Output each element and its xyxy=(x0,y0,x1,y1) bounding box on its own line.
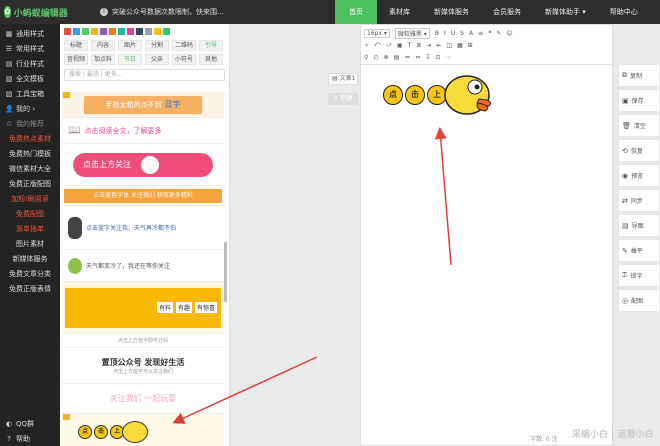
tool-icon: 🗑 xyxy=(622,121,631,130)
tool-icon: ▤ xyxy=(622,221,629,230)
tool-6[interactable]: ▤ 导图 xyxy=(618,214,660,237)
tool-icon: ⧉ xyxy=(622,71,627,79)
tool-icon: ⟲ xyxy=(622,146,628,155)
editor-footer: 字数: 0 注 xyxy=(530,436,558,443)
tool-icon: ✎ xyxy=(622,246,628,255)
arrow-to-editor xyxy=(434,127,452,266)
tool-5[interactable]: ⇄ 同步 xyxy=(618,189,660,212)
right-toolbox: ⧉ 复制 ▣ 保存 🗑 清空 ⟲ 恢复 ◉ 预览 ⇄ 同步 ▤ 导图 ✎ 橡平 ⚿ 锁字 ◎ 配图 xyxy=(618,64,660,314)
arrow-to-tile xyxy=(172,356,318,424)
tool-3[interactable]: ⟲ 恢复 xyxy=(618,139,660,162)
tool-icon: ◉ xyxy=(622,171,629,180)
tool-4[interactable]: ◉ 预览 xyxy=(618,164,660,187)
tool-icon: ▣ xyxy=(622,96,629,105)
tool-9[interactable]: ◎ 配图 xyxy=(618,289,660,312)
tool-icon: ◎ xyxy=(622,296,629,305)
watermark: 采编小白 | 运营小白 xyxy=(572,430,654,440)
tool-icon: ⚿ xyxy=(622,271,628,279)
tool-8[interactable]: ⚿ 锁字 xyxy=(618,264,660,287)
tool-icon: ⇄ xyxy=(622,196,628,205)
tool-1[interactable]: ▣ 保存 xyxy=(618,89,660,112)
tool-0[interactable]: ⧉ 复制 xyxy=(618,64,660,87)
annotation-arrows xyxy=(172,127,452,424)
tool-7[interactable]: ✎ 橡平 xyxy=(618,239,660,262)
tool-2[interactable]: 🗑 清空 xyxy=(618,114,660,137)
